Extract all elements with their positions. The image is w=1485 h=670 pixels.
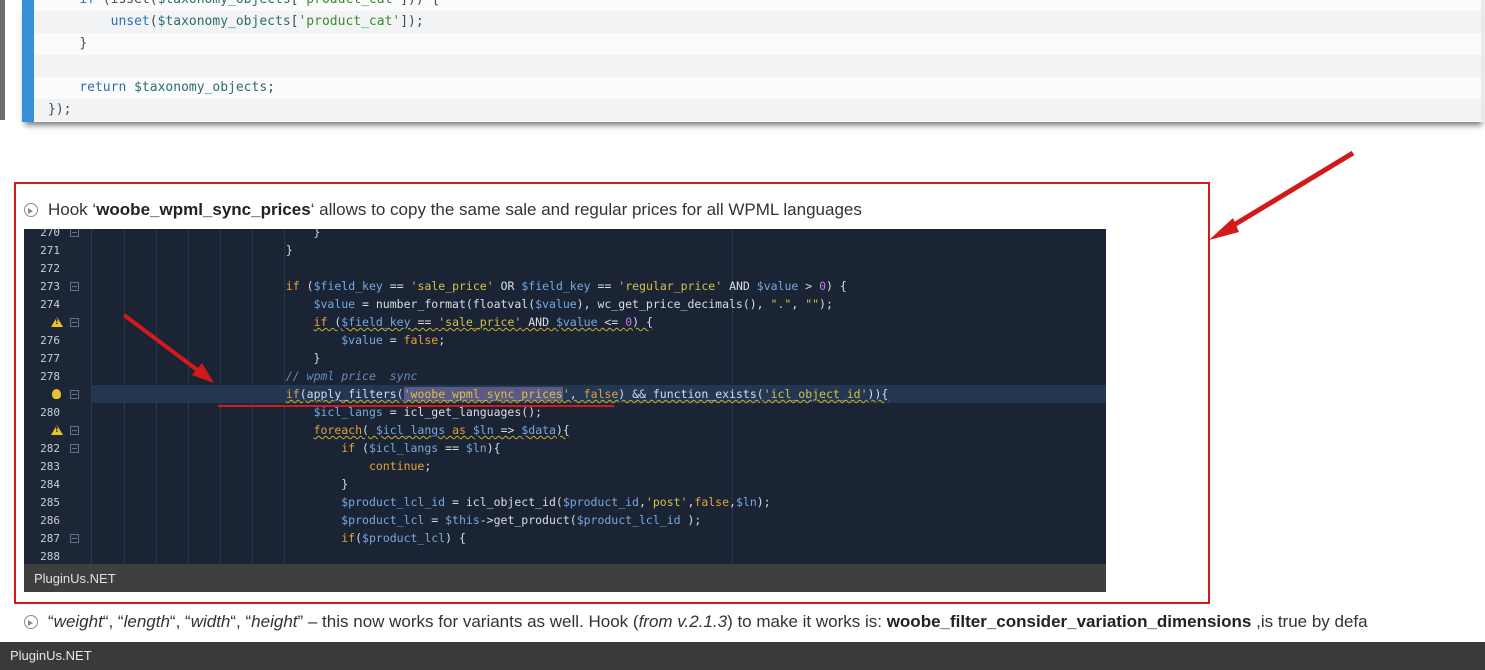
hook-prefix: Hook ‘	[48, 200, 97, 219]
annotation-arrow-small	[122, 313, 614, 407]
filter-name: woobe_filter_consider_variation_dimensio…	[886, 612, 1252, 631]
code-line: unset($taxonomy_objects['product_cat']);	[110, 14, 424, 29]
annotation-arrow-large	[1209, 150, 1355, 240]
term-weight: weight	[53, 612, 103, 631]
circle-arrow-icon	[24, 615, 38, 629]
ide-screenshot: 270 271 272 273 274 276 277 278 280 282 283 284 285 2…	[24, 229, 1106, 564]
footer-brand: PluginUs.NET	[0, 642, 1485, 670]
code-line: }	[79, 36, 88, 51]
circle-arrow-icon	[24, 203, 38, 217]
term-length: length	[123, 612, 170, 631]
code-line: });	[48, 102, 72, 117]
term-height: height	[251, 612, 298, 631]
hook-suffix: ‘ allows to copy the same sale and regul…	[310, 200, 862, 219]
scrollbar[interactable]	[1481, 0, 1485, 122]
code-line: return $taxonomy_objects;	[79, 80, 275, 95]
hook-name: woobe_wpml_sync_prices	[96, 200, 311, 219]
image-caption: PluginUs.NET	[24, 564, 1106, 592]
version-note: from v.2.1.3	[638, 612, 728, 631]
term-width: width	[190, 612, 231, 631]
page: if (isset($taxonomy_objects['product_cat…	[0, 0, 1485, 670]
code-block-top: if (isset($taxonomy_objects['product_cat…	[22, 0, 1485, 122]
code-line: if (isset($taxonomy_objects['product_cat…	[48, 0, 439, 7]
dimensions-description: “weight“, “length“, “width“, “height” – …	[48, 612, 1368, 631]
left-edge-bar	[0, 0, 5, 120]
hook-description: Hook ‘woobe_wpml_sync_prices‘ allows to …	[48, 200, 862, 220]
